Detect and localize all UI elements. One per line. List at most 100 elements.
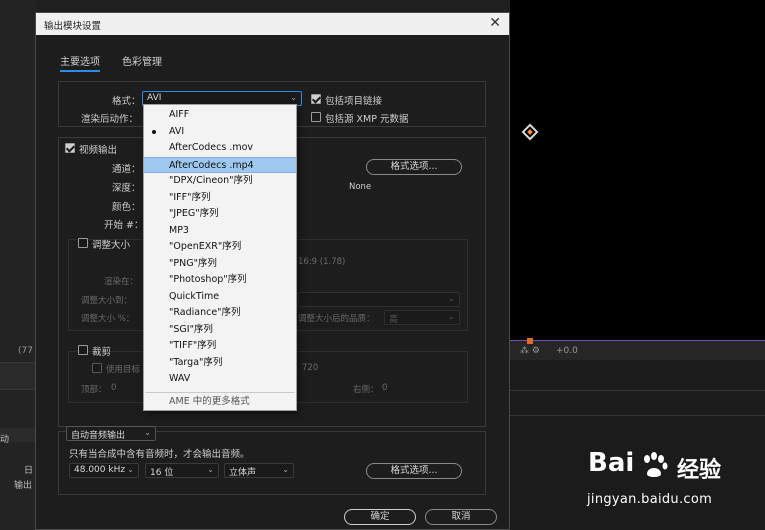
crop-right-label: 右侧： [353, 385, 379, 395]
menu-item-more-formats[interactable]: AME 中的更多格式 [144, 394, 296, 410]
menu-item-label: "DPX/Cineon"序列 [169, 175, 253, 186]
menu-item-label: "Targa"序列 [169, 356, 223, 368]
crop-top-label: 顶部： [81, 385, 107, 395]
resize-to-select[interactable]: ⌄ [298, 292, 460, 307]
resize-to-label: 调整大小到： [81, 296, 133, 306]
color-label: 颜色： [112, 202, 141, 213]
video-output-label: 视频输出 [79, 145, 118, 156]
audio-format-options-button[interactable]: 格式选项... [366, 463, 462, 479]
audio-bit-depth-value: 16 位 [150, 468, 174, 478]
crop-right-value: 0 [382, 383, 388, 393]
left-label-3: 输出 [14, 481, 33, 491]
menu-item-label: QuickTime [169, 290, 220, 302]
audio-channels-select[interactable]: 立体声 ⌄ [224, 463, 294, 478]
menu-item-wav[interactable]: WAV [144, 371, 296, 387]
keyframe-marker[interactable] [527, 338, 533, 344]
menu-item-photoshop[interactable]: "Photoshop"序列 [144, 272, 296, 288]
audio-bit-depth-select[interactable]: 16 位 ⌄ [145, 463, 219, 478]
audio-note: 只有当合成中含有音频时，才会输出音频。 [69, 449, 250, 460]
menu-item-targa[interactable]: "Targa"序列 [144, 355, 296, 371]
include-xmp-checkbox[interactable] [311, 112, 321, 122]
chevron-down-icon: ⌄ [290, 93, 297, 102]
render-at-label: 渲染在： [104, 277, 139, 287]
resize-quality-value: 高 [389, 315, 399, 325]
menu-item-jpeg[interactable]: "JPEG"序列 [144, 206, 296, 222]
menu-item-avi[interactable]: AVI [144, 124, 296, 140]
viewer-toolbar [510, 340, 765, 360]
chevron-down-icon: ⌄ [127, 465, 134, 474]
audio-output-mode-value: 自动音频输出 [71, 431, 126, 441]
menu-item-openexr[interactable]: "OpenEXR"序列 [144, 239, 296, 255]
post-render-label: 渲染后动作： [81, 114, 139, 125]
strip-left-value: (77 [18, 346, 33, 356]
selected-bullet-icon [152, 129, 156, 134]
menu-item-label: "PNG"序列 [169, 257, 217, 269]
resize-quality-select[interactable]: 高 ⌄ [384, 310, 460, 325]
use-region-label: 使用目标 [106, 365, 141, 375]
menu-item-label: "Radiance"序列 [169, 307, 241, 318]
baidu-logo-text: Bai [588, 448, 635, 478]
include-xmp-label: 包括源 XMP 元数据 [325, 114, 409, 125]
close-icon[interactable]: ✕ [489, 15, 501, 31]
menu-item-aftercodecs-mov[interactable]: AfterCodecs .mov [144, 140, 296, 156]
app-left-panel [0, 0, 36, 530]
audio-output-mode-select[interactable]: 自动音频输出 ⌄ [66, 426, 156, 441]
menu-item-label: AfterCodecs .mov [169, 142, 254, 153]
composition-viewer[interactable] [510, 0, 765, 340]
tab-main-options[interactable]: 主要选项 [60, 53, 100, 72]
resize-quality-label: 调整大小后的品质： [298, 314, 375, 324]
baidu-paw-icon [644, 452, 668, 477]
left-label-2: 日 [24, 466, 34, 476]
codec-none-text: None [349, 182, 372, 192]
menu-item-dpx-cineon[interactable]: "DPX/Cineon"序列 [144, 173, 296, 189]
exposure-value: +0.0 [556, 346, 578, 356]
format-dropdown-menu: AIFF AVI AfterCodecs .mov AfterCodecs .m… [143, 104, 297, 411]
region-value: 720 [302, 363, 319, 373]
jingyan-text: 经验 [677, 458, 722, 483]
viewer-icons: ⁂ ⚙ [520, 346, 540, 356]
crop-checkbox[interactable] [78, 345, 88, 355]
menu-item-png[interactable]: "PNG"序列 [144, 256, 296, 272]
ok-button[interactable]: 确定 [344, 509, 416, 525]
tab-color-management[interactable]: 色彩管理 [122, 53, 162, 68]
chevron-down-icon: ⌄ [207, 465, 214, 474]
menu-item-label: AVI [169, 125, 185, 137]
audio-sample-rate-value: 48.000 kHz [74, 465, 126, 475]
resize-checkbox[interactable] [78, 238, 88, 248]
baidu-jingyan-watermark: Bai 经验 jingyan.baidu.com [575, 448, 765, 530]
use-region-checkbox[interactable] [92, 363, 102, 373]
left-label-1: 动 [0, 435, 10, 445]
format-select-value: AVI [147, 93, 162, 103]
cancel-button[interactable]: 取消 [425, 509, 497, 525]
menu-item-label: "IFF"序列 [169, 191, 211, 203]
chevron-down-icon: ⌄ [448, 294, 455, 303]
audio-channels-value: 立体声 [229, 468, 257, 478]
crop-label: 裁剪 [92, 347, 112, 358]
menu-item-tiff[interactable]: "TIFF"序列 [144, 338, 296, 354]
menu-item-radiance[interactable]: "Radiance"序列 [144, 305, 296, 321]
video-format-options-button[interactable]: 格式选项... [366, 159, 462, 175]
watermark-url: jingyan.baidu.com [587, 492, 713, 507]
menu-item-quicktime[interactable]: QuickTime [144, 289, 296, 305]
menu-item-sgi[interactable]: "SGI"序列 [144, 322, 296, 338]
video-output-checkbox[interactable] [65, 143, 75, 153]
chevron-down-icon: ⌄ [448, 312, 455, 321]
resize-label: 调整大小 [92, 240, 131, 251]
menu-item-label: AIFF [169, 109, 190, 120]
menu-item-label: "OpenEXR"序列 [169, 241, 242, 252]
menu-item-label: "TIFF"序列 [169, 340, 217, 351]
include-project-link-checkbox[interactable] [311, 94, 321, 104]
audio-sample-rate-select[interactable]: 48.000 kHz ⌄ [69, 463, 139, 478]
include-project-link-label: 包括项目链接 [325, 96, 383, 107]
menu-item-aiff[interactable]: AIFF [144, 107, 296, 123]
menu-item-label: AfterCodecs .mp4 [169, 159, 254, 171]
crop-top-value: 0 [111, 383, 117, 393]
menu-item-iff[interactable]: "IFF"序列 [144, 190, 296, 206]
menu-separator [146, 392, 294, 393]
format-label: 格式： [112, 96, 141, 107]
menu-item-mp3[interactable]: MP3 [144, 223, 296, 239]
aspect-ratio-text: 16:9 (1.78) [298, 257, 346, 267]
left-toolbar-strip [0, 362, 36, 390]
menu-item-aftercodecs-mp4[interactable]: AfterCodecs .mp4 [144, 156, 296, 173]
dialog-title: 输出模块设置 [44, 21, 102, 32]
